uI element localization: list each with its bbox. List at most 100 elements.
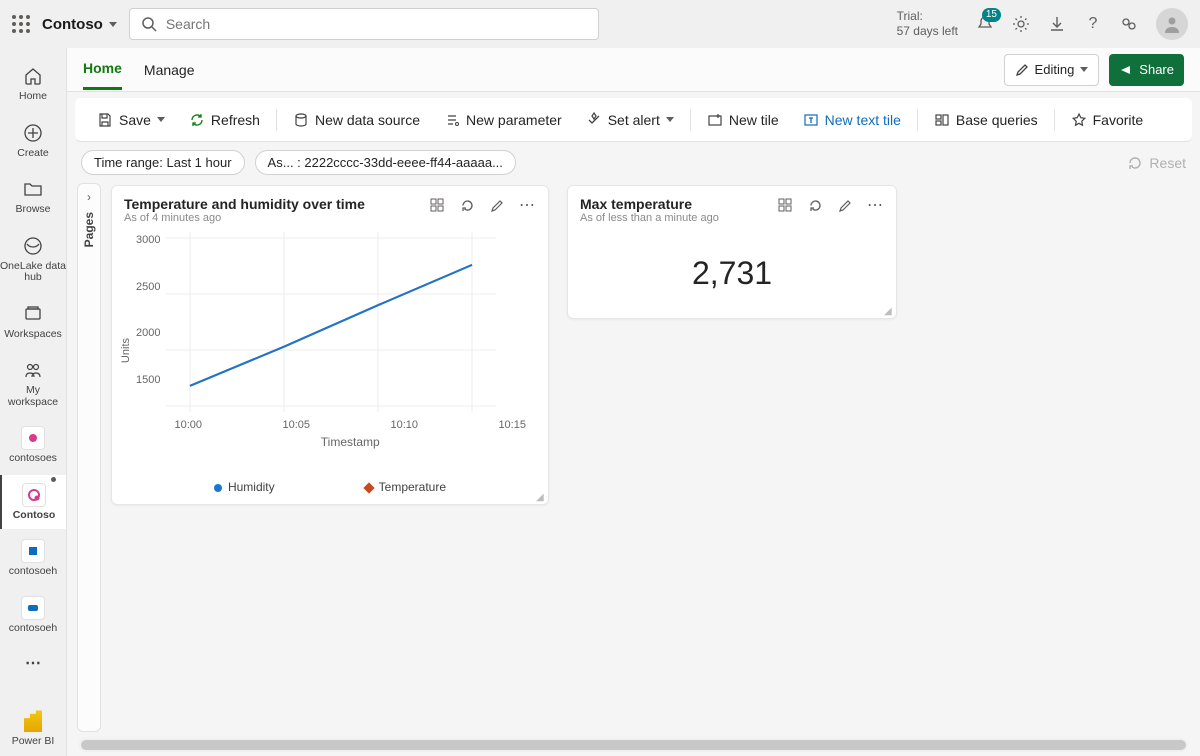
nav-browse[interactable]: Browse — [0, 169, 66, 224]
tile-subtitle: As of less than a minute ago — [580, 212, 719, 224]
new-text-tile-button[interactable]: New text tile — [795, 108, 909, 132]
brand-label: Contoso — [42, 16, 103, 33]
resize-handle-icon[interactable]: ◢ — [884, 306, 894, 316]
kpi-value: 2,731 — [568, 228, 896, 318]
chart-svg — [166, 232, 496, 412]
tab-manage[interactable]: Manage — [144, 51, 195, 89]
new-tile-button[interactable]: New tile — [699, 108, 787, 132]
new-parameter-button[interactable]: New parameter — [436, 108, 570, 132]
nav-contosoes[interactable]: contosoes — [0, 418, 66, 473]
trial-days: 57 days left — [897, 24, 958, 39]
editing-label: Editing — [1035, 62, 1075, 77]
chart-area: Units 3000 2500 2000 1500 10:00 10:05 — [112, 228, 548, 470]
filter-chip[interactable]: As... : 2222cccc-33dd-eeee-ff44-aaaaa... — [255, 150, 516, 175]
reset-label: Reset — [1149, 155, 1186, 171]
more-icon[interactable]: ⋯ — [866, 196, 884, 214]
share-button[interactable]: Share — [1109, 54, 1184, 86]
onelake-icon — [21, 234, 45, 258]
explore-icon[interactable] — [776, 196, 794, 214]
page-tabs: Home Manage Editing Share — [67, 48, 1200, 92]
filter-chips: Time range: Last 1 hour As... : 2222cccc… — [67, 142, 1200, 183]
more-icon[interactable]: ⋯ — [518, 196, 536, 214]
pages-rail[interactable]: › Pages — [77, 183, 101, 732]
trial-label: Trial: — [897, 9, 958, 24]
chevron-down-icon — [157, 117, 165, 122]
reset-button[interactable]: Reset — [1127, 155, 1186, 171]
tile-max-temperature[interactable]: Max temperature As of less than a minute… — [567, 185, 897, 319]
notifications-icon[interactable]: 15 — [976, 15, 994, 33]
side-nav: Home Create Browse OneLake data hub Work… — [0, 48, 67, 756]
editing-mode-button[interactable]: Editing — [1004, 54, 1100, 86]
feedback-icon[interactable] — [1120, 15, 1138, 33]
nav-more[interactable]: ⋯ — [0, 645, 66, 681]
set-alert-button[interactable]: Set alert — [578, 108, 682, 132]
folder-icon — [21, 177, 45, 201]
legend-humidity: Humidity — [214, 480, 275, 494]
resize-handle-icon[interactable]: ◢ — [536, 492, 546, 502]
explore-icon[interactable] — [428, 196, 446, 214]
plus-circle-icon — [21, 121, 45, 145]
nav-contoso-active[interactable]: Contoso — [0, 475, 66, 530]
tile-title: Temperature and humidity over time — [124, 196, 365, 212]
x-axis-label: Timestamp — [166, 431, 534, 449]
dashboard-canvas: Temperature and humidity over time As of… — [107, 183, 1200, 738]
time-range-chip[interactable]: Time range: Last 1 hour — [81, 150, 245, 175]
refresh-tile-icon[interactable] — [458, 196, 476, 214]
chevron-down-icon — [666, 117, 674, 122]
horizontal-scrollbar[interactable] — [79, 738, 1188, 752]
help-icon[interactable]: ? — [1084, 15, 1102, 33]
chevron-down-icon — [1080, 67, 1088, 72]
y-axis-label: Units — [120, 338, 132, 363]
app-launcher-icon[interactable] — [12, 15, 30, 33]
nav-powerbi[interactable]: Power BI — [0, 701, 66, 756]
edit-tile-icon[interactable] — [836, 196, 854, 214]
chart-legend: Humidity Temperature — [112, 470, 548, 504]
nav-onelake[interactable]: OneLake data hub — [0, 226, 66, 292]
workspace-switcher[interactable]: Contoso — [42, 16, 117, 33]
nav-home[interactable]: Home — [0, 56, 66, 111]
tile-subtitle: As of 4 minutes ago — [124, 212, 365, 224]
eventstream-icon — [21, 426, 45, 450]
top-bar: Contoso Trial: 57 days left 15 ? — [0, 0, 1200, 48]
plot-area: 10:00 10:05 10:10 10:15 Timestamp — [166, 232, 534, 470]
my-workspace-icon — [21, 358, 45, 382]
eventhouse-icon — [21, 539, 45, 563]
tile-title: Max temperature — [580, 196, 719, 212]
nav-workspaces[interactable]: Workspaces — [0, 294, 66, 349]
y-axis-ticks: 3000 2500 2000 1500 — [136, 232, 166, 424]
tile-temperature-humidity[interactable]: Temperature and humidity over time As of… — [111, 185, 549, 505]
download-icon[interactable] — [1048, 15, 1066, 33]
x-axis-ticks: 10:00 10:05 10:10 10:15 — [166, 415, 534, 431]
home-icon — [21, 64, 45, 88]
search-icon — [140, 15, 158, 33]
new-data-source-button[interactable]: New data source — [285, 108, 428, 132]
workspaces-icon — [21, 302, 45, 326]
legend-temperature: Temperature — [365, 480, 446, 494]
settings-icon[interactable] — [1012, 15, 1030, 33]
chevron-right-icon: › — [87, 190, 91, 204]
base-queries-button[interactable]: Base queries — [926, 108, 1046, 132]
share-label: Share — [1139, 62, 1174, 77]
edit-tile-icon[interactable] — [488, 196, 506, 214]
command-bar: Save Refresh New data source New paramet… — [75, 98, 1192, 142]
notification-count: 15 — [982, 8, 1001, 22]
save-button[interactable]: Save — [89, 108, 173, 132]
top-right-actions: Trial: 57 days left 15 ? — [897, 8, 1188, 40]
nav-contosoeh-1[interactable]: contosoeh — [0, 531, 66, 586]
refresh-tile-icon[interactable] — [806, 196, 824, 214]
search-box[interactable] — [129, 8, 599, 40]
nav-my-workspace[interactable]: My workspace — [0, 350, 66, 416]
chevron-down-icon — [109, 22, 117, 27]
kql-icon — [21, 596, 45, 620]
nav-create[interactable]: Create — [0, 113, 66, 168]
search-input[interactable] — [166, 16, 588, 32]
favorite-button[interactable]: Favorite — [1063, 108, 1152, 132]
powerbi-icon — [21, 709, 45, 733]
pages-label: Pages — [82, 212, 96, 247]
user-avatar[interactable] — [1156, 8, 1188, 40]
trial-status: Trial: 57 days left — [897, 9, 958, 39]
refresh-button[interactable]: Refresh — [181, 108, 268, 132]
nav-contosoeh-2[interactable]: contosoeh — [0, 588, 66, 643]
tab-home[interactable]: Home — [83, 49, 122, 90]
dashboard-icon — [22, 483, 46, 507]
